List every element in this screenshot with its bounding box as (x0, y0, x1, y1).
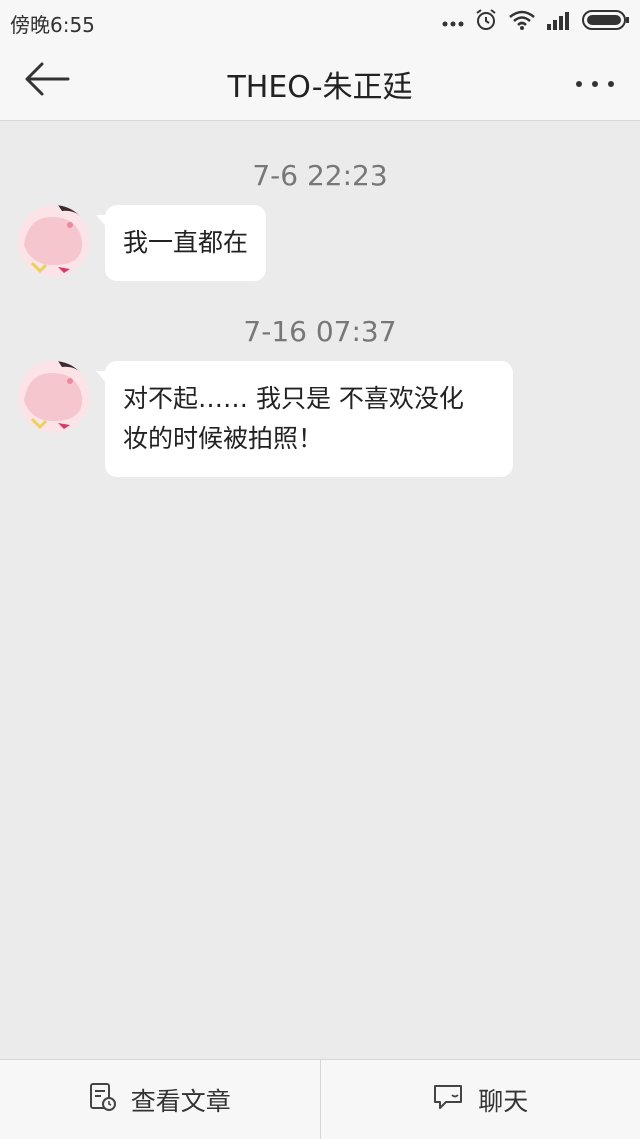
message-timestamp: 7-16 07:37 (0, 315, 640, 348)
message-bubble[interactable]: 我一直都在 (105, 205, 266, 281)
chat-button[interactable]: 聊天 (321, 1060, 640, 1139)
wifi-icon (508, 9, 536, 35)
nav-bar: THEO-朱正廷 (0, 44, 640, 121)
status-icons (442, 8, 630, 36)
back-button[interactable] (22, 58, 72, 104)
message-timestamp: 7-6 22:23 (0, 159, 640, 192)
bottom-bar: 查看文章 聊天 (0, 1059, 640, 1139)
more-dots-icon (442, 13, 464, 32)
page-title: THEO-朱正廷 (120, 62, 520, 106)
view-articles-button[interactable]: 查看文章 (0, 1060, 320, 1139)
avatar[interactable] (18, 361, 90, 433)
view-articles-label: 查看文章 (131, 1082, 231, 1118)
message-bubble[interactable]: 对不起…… 我只是 不喜欢没化 妆的时候被拍照！ (105, 361, 513, 477)
more-icon (575, 73, 615, 92)
chat-label: 聊天 (478, 1082, 528, 1118)
message-text-line: 妆的时候被拍照！ (123, 419, 495, 459)
avatar[interactable] (18, 205, 90, 277)
status-bar: 傍晚6:55 (0, 0, 640, 44)
status-time: 傍晚6:55 (10, 9, 95, 38)
chat-area: 7-6 22:23 我一直都在 7-16 07:37 对不起…… 我只是 不喜欢… (0, 121, 640, 1059)
more-button[interactable] (570, 62, 620, 102)
article-icon (89, 1082, 117, 1118)
bubble-tail (96, 371, 108, 385)
alarm-icon (474, 8, 498, 36)
chat-icon (432, 1083, 464, 1117)
battery-icon (582, 9, 630, 35)
bubble-tail (96, 215, 108, 229)
back-arrow-icon (24, 61, 70, 101)
signal-icon (546, 10, 572, 34)
message-text-line: 对不起…… 我只是 不喜欢没化 (123, 379, 495, 419)
message-text: 我一直都在 (123, 228, 248, 257)
